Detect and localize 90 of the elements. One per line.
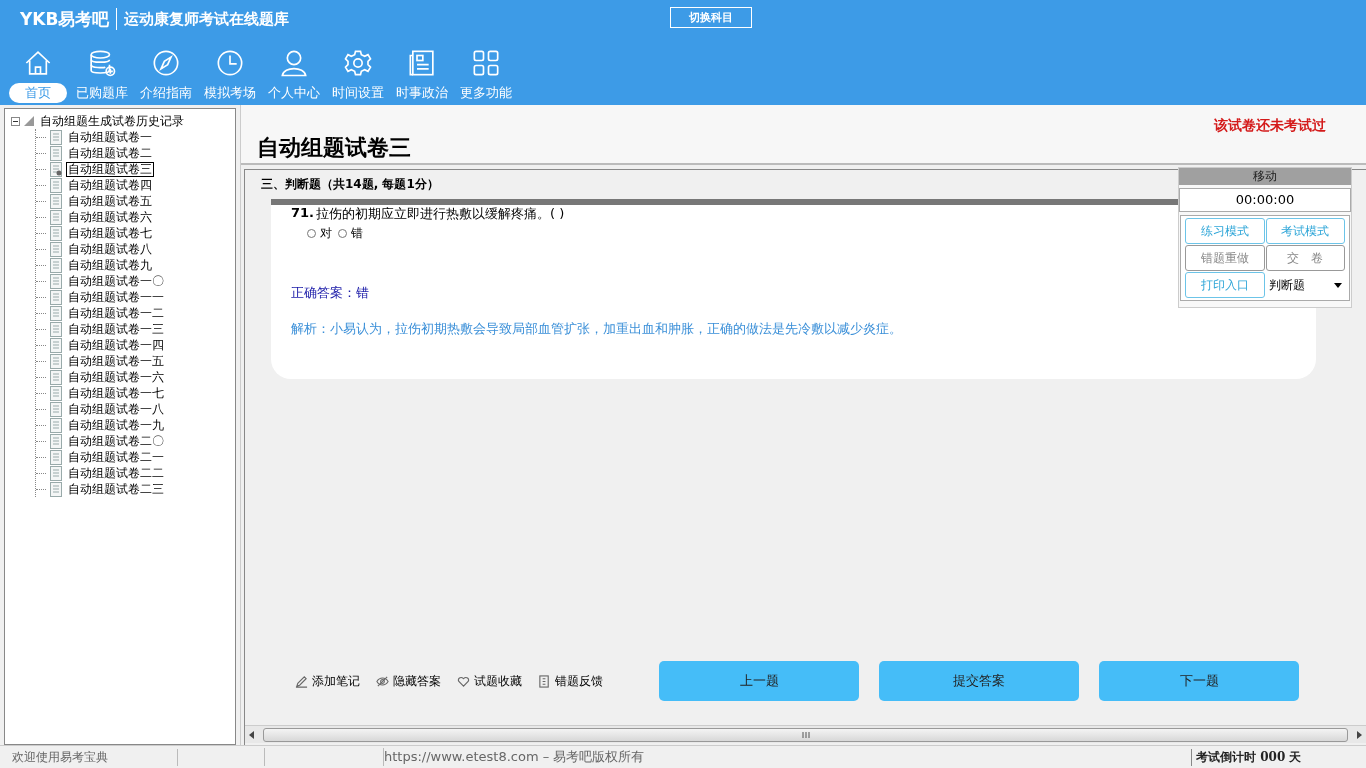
document-icon (50, 305, 62, 321)
document-icon (50, 289, 62, 305)
option-label[interactable]: 对 (320, 225, 332, 242)
action-button[interactable]: 提交答案 (879, 661, 1079, 701)
tree-item[interactable]: 自动组题试卷一六 (66, 369, 166, 385)
tree-item[interactable]: 自动组题试卷一五 (66, 353, 166, 369)
right-arrow-icon[interactable] (1356, 730, 1362, 739)
home-icon[interactable] (23, 48, 53, 78)
heart-icon (457, 674, 470, 688)
document-icon (50, 337, 62, 353)
document-icon (50, 177, 62, 193)
action-button[interactable]: 下一题 (1099, 661, 1299, 701)
tree-item[interactable]: 自动组题试卷三 (66, 161, 154, 177)
newspaper-icon[interactable] (407, 48, 437, 78)
panel-title[interactable]: 移动 (1179, 168, 1351, 185)
document-icon (50, 369, 62, 385)
database-icon[interactable] (87, 48, 117, 78)
document-icon (50, 241, 62, 257)
document-icon (50, 321, 62, 337)
triangle-icon (24, 116, 34, 126)
document-icon (538, 674, 551, 688)
tree-item[interactable]: 自动组题试卷一〇 (66, 273, 166, 289)
tree-item[interactable]: 自动组题试卷二二 (66, 465, 166, 481)
question-type-dropdown[interactable]: 判断题 (1265, 272, 1345, 298)
document-icon (50, 193, 62, 209)
document-icon (50, 401, 62, 417)
explanation-text: 解析：小易认为，拉伤初期热敷会导致局部血管扩张，加重出血和肿胀，正确的做法是先冷敷以减少炎症。 (291, 320, 903, 338)
tool-link[interactable]: 添加笔记 (312, 672, 360, 690)
paper-title: 自动组题试卷三 (257, 133, 411, 162)
tree-item[interactable]: 自动组题试卷八 (66, 241, 154, 257)
welcome-text: 欢迎使用易考宝典 (0, 748, 178, 766)
eye-icon (376, 674, 389, 688)
tree-item[interactable]: 自动组题试卷一九 (66, 417, 166, 433)
tree-item[interactable]: 自动组题试卷一四 (66, 337, 166, 353)
document-icon (50, 209, 62, 225)
tree-item[interactable]: 自动组题试卷二〇 (66, 433, 166, 449)
tree-item[interactable]: 自动组题试卷六 (66, 209, 154, 225)
document-icon (50, 161, 62, 177)
left-arrow-icon[interactable] (249, 730, 255, 739)
tree-item[interactable]: 自动组题试卷一三 (66, 321, 166, 337)
correct-answer: 正确答案：错 (291, 284, 369, 302)
document-icon (50, 273, 62, 289)
collapse-toggle[interactable] (11, 116, 20, 126)
document-icon (50, 225, 62, 241)
tree-item[interactable]: 自动组题试卷一七 (66, 385, 166, 401)
app-title: 运动康复师考试在线题库 (124, 9, 290, 29)
tree-root-label[interactable]: 自动组题生成试卷历史记录 (38, 113, 186, 129)
option-label[interactable]: 错 (351, 225, 363, 242)
caret-icon[interactable] (1334, 282, 1342, 288)
document-icon (50, 145, 62, 161)
tree-item[interactable]: 自动组题试卷四 (66, 177, 154, 193)
clock-icon[interactable] (215, 48, 245, 78)
document-icon (50, 449, 62, 465)
tree-item[interactable]: 自动组题试卷二 (66, 145, 154, 161)
gear-icon[interactable] (343, 48, 373, 78)
tree-item[interactable]: 自动组题试卷一一 (66, 289, 166, 305)
document-icon (50, 385, 62, 401)
document-icon (50, 433, 62, 449)
tree-item[interactable]: 自动组题试卷九 (66, 257, 154, 273)
tree-item[interactable]: 自动组题试卷二三 (66, 481, 166, 497)
tree-item[interactable]: 自动组题试卷一二 (66, 305, 166, 321)
tool-link[interactable]: 错题反馈 (555, 672, 603, 690)
grid-icon[interactable] (471, 48, 501, 78)
document-icon (50, 353, 62, 369)
tree-item[interactable]: 自动组题试卷五 (66, 193, 154, 209)
action-button[interactable]: 上一题 (659, 661, 859, 701)
tree-item[interactable]: 自动组题试卷七 (66, 225, 154, 241)
app-logo: YKB易考吧 (20, 7, 110, 31)
tree-item[interactable]: 自动组题试卷二一 (66, 449, 166, 465)
scrollbar-thumb[interactable] (263, 727, 1348, 742)
tool-link[interactable]: 试题收藏 (474, 672, 522, 690)
horizontal-scrollbar[interactable] (245, 725, 1366, 743)
compass-icon[interactable] (151, 48, 181, 78)
question-text: 拉伤的初期应立即进行热敷以缓解疼痛。( ) (316, 205, 565, 223)
timer-display: 00:00:00 (1179, 188, 1351, 212)
document-icon (50, 481, 62, 497)
section-heading: 三、判断题（共14题, 每题1分） (261, 176, 439, 193)
tree-item[interactable]: 自动组题试卷一八 (66, 401, 166, 417)
document-icon (50, 465, 62, 481)
question-number: 71. (291, 205, 315, 222)
pencil-icon (295, 674, 308, 688)
document-icon (50, 417, 62, 433)
user-icon[interactable] (279, 48, 309, 78)
document-icon (50, 257, 62, 273)
tool-link[interactable]: 隐藏答案 (393, 672, 441, 690)
exam-countdown: 考试倒计时 000 天 (1191, 748, 1366, 766)
document-icon (50, 129, 62, 145)
copyright-text: https://www.etest8.com – 易考吧版权所有 (384, 748, 646, 766)
exam-status: 该试卷还未考试过 (1214, 117, 1326, 135)
tree-item[interactable]: 自动组题试卷一 (66, 129, 154, 145)
